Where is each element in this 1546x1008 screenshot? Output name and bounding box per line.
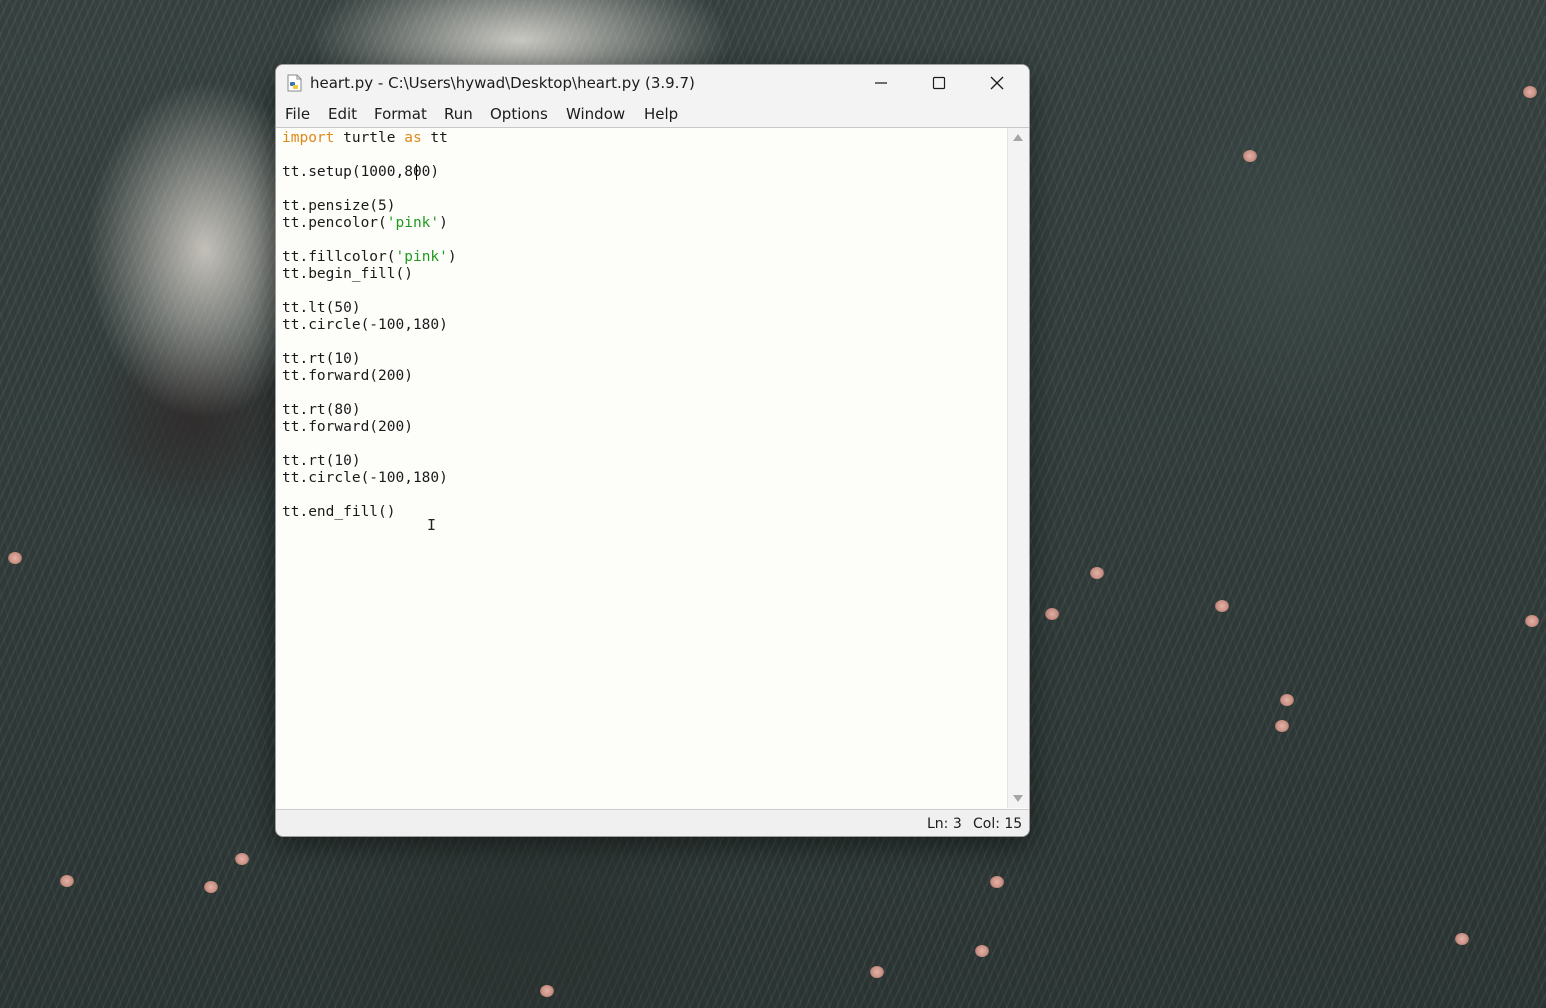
code-token: tt.pencolor( — [282, 215, 387, 231]
wallpaper-flower — [1523, 86, 1537, 98]
scroll-down-icon[interactable] — [1013, 795, 1023, 802]
wallpaper-flower — [1243, 150, 1257, 162]
code-token: tt.pensize(5) — [282, 198, 396, 214]
code-keyword: as — [404, 130, 422, 146]
ibeam-cursor-icon: I — [427, 516, 437, 534]
code-string: 'pink' — [395, 249, 448, 265]
wallpaper-flower — [1455, 933, 1469, 945]
wallpaper-flower — [204, 881, 218, 893]
wallpaper-flower — [235, 853, 249, 865]
code-token: tt.rt(80) — [282, 402, 361, 418]
status-line: Ln: 3 — [927, 816, 962, 832]
close-icon — [990, 76, 1004, 90]
menu-help[interactable]: Help — [644, 105, 678, 123]
code-line: import turtle as tt — [282, 130, 457, 147]
idle-editor-window[interactable]: heart.py - C:\Users\hywad\Desktop\heart.… — [275, 64, 1030, 837]
vertical-scrollbar[interactable] — [1007, 128, 1029, 808]
minimize-button[interactable] — [852, 65, 910, 101]
code-line: tt.pencolor('pink') — [282, 215, 457, 232]
scroll-up-icon[interactable] — [1013, 134, 1023, 141]
wallpaper-flower — [1215, 600, 1229, 612]
code-line: tt.lt(50) — [282, 300, 457, 317]
menu-window[interactable]: Window — [566, 105, 625, 123]
code-line: tt.circle(-100,180) — [282, 470, 457, 487]
code-token: tt.forward(200) — [282, 419, 413, 435]
minimize-icon — [875, 82, 887, 84]
code-token: tt.rt(10) — [282, 351, 361, 367]
code-token: tt.lt(50) — [282, 300, 361, 316]
code-line: tt.begin_fill() — [282, 266, 457, 283]
code-token: ) — [439, 215, 448, 231]
code-string: 'pink' — [386, 215, 440, 231]
code-token: tt — [421, 130, 448, 146]
code-line: tt.circle(-100,180) — [282, 317, 457, 334]
code-line: tt.fillcolor('pink') — [282, 249, 457, 266]
close-button[interactable] — [968, 65, 1026, 101]
code-line: tt.setup(1000,800) — [282, 164, 457, 181]
code-token: tt.end_fill() — [282, 504, 396, 520]
menu-run[interactable]: Run — [444, 105, 473, 123]
wallpaper-flower — [870, 966, 884, 978]
menu-format[interactable]: Format — [374, 105, 427, 123]
menu-edit[interactable]: Edit — [328, 105, 357, 123]
code-token: tt.fillcolor( — [282, 249, 396, 265]
menu-file[interactable]: File — [285, 105, 310, 123]
maximize-icon — [932, 76, 946, 90]
wallpaper-flower — [1280, 694, 1294, 706]
code-line: tt.rt(80) — [282, 402, 457, 419]
wallpaper-flower — [1275, 720, 1289, 732]
code-token: tt.rt(10) — [282, 453, 361, 469]
menu-options[interactable]: Options — [490, 105, 548, 123]
wallpaper-flower — [1525, 615, 1539, 627]
wallpaper-flower — [1045, 608, 1059, 620]
code-text[interactable]: import turtle as tt tt.setup(1000,800) tt.… — [282, 130, 457, 521]
wallpaper-flower — [990, 876, 1004, 888]
title-bar[interactable]: heart.py - C:\Users\hywad\Desktop\heart.… — [276, 65, 1029, 101]
status-bar: Ln: 3 Col: 15 — [276, 809, 1029, 836]
code-token: turtle — [334, 130, 405, 146]
code-line: tt.pensize(5) — [282, 198, 457, 215]
code-token: tt.circle(-100,180) — [282, 470, 448, 486]
code-token: tt.begin_fill() — [282, 266, 413, 282]
code-editor[interactable]: import turtle as tt tt.setup(1000,800) tt.… — [276, 128, 1007, 808]
python-file-icon — [285, 74, 303, 92]
wallpaper-flower — [540, 985, 554, 997]
code-line: tt.forward(200) — [282, 419, 457, 436]
menu-bar: File Edit Format Run Options Window Help — [276, 101, 1029, 128]
code-line: tt.rt(10) — [282, 351, 457, 368]
wallpaper-flower — [1090, 567, 1104, 579]
code-token: tt.circle(-100,180) — [282, 317, 448, 333]
text-caret — [416, 164, 417, 180]
maximize-button[interactable] — [910, 65, 968, 101]
wallpaper-flower — [60, 875, 74, 887]
code-keyword: import — [282, 130, 335, 146]
code-line: tt.forward(200) — [282, 368, 457, 385]
code-token: tt.forward(200) — [282, 368, 413, 384]
status-column: Col: 15 — [973, 816, 1023, 832]
code-line: tt.rt(10) — [282, 453, 457, 470]
window-title: heart.py - C:\Users\hywad\Desktop\heart.… — [310, 74, 695, 92]
wallpaper-flower — [975, 945, 989, 957]
code-token: ) — [447, 249, 457, 265]
wallpaper-flower — [8, 552, 22, 564]
